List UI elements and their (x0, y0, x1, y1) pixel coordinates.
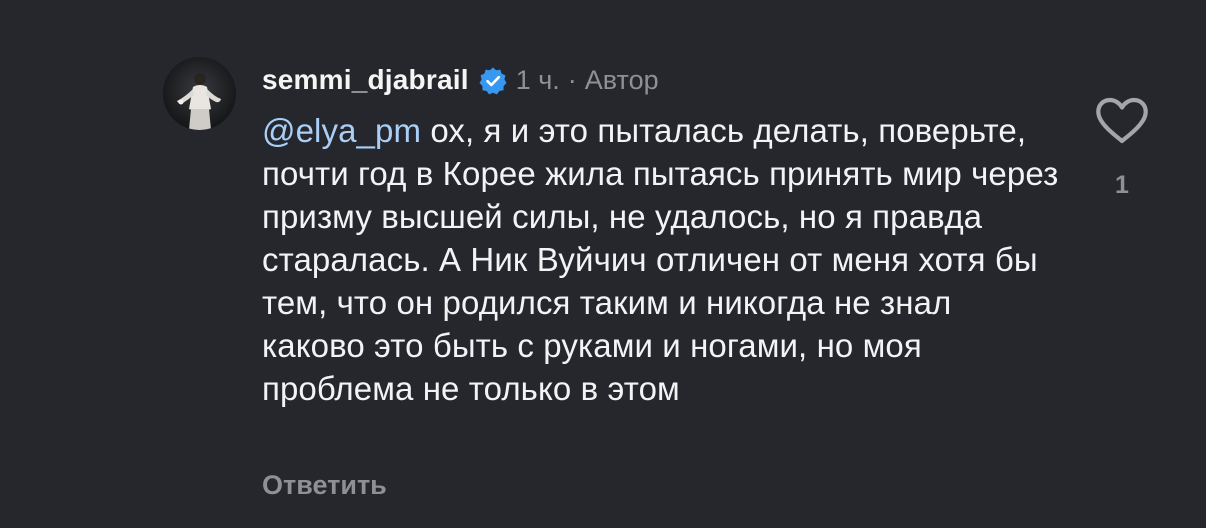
verified-badge-icon (478, 66, 508, 96)
meta-separator: · (567, 64, 577, 95)
heart-outline-icon[interactable] (1094, 97, 1150, 145)
comment-text: @elya_pm ох, я и это пыталась делать, по… (262, 109, 1062, 410)
timestamp: 1 ч. (515, 64, 560, 95)
comment-body: ох, я и это пыталась делать, поверьте, п… (262, 112, 1059, 407)
comment-header: semmi_djabrail 1 ч. · Автор (262, 60, 659, 100)
author-badge: Автор (584, 64, 659, 95)
comment: semmi_djabrail 1 ч. · Автор @elya_pm ох, я… (0, 0, 1206, 528)
like-count: 1 (1115, 171, 1129, 199)
comment-meta: 1 ч. · Автор (516, 65, 659, 96)
mention-link[interactable]: @elya_pm (262, 112, 421, 149)
reply-button[interactable]: Ответить (262, 470, 387, 501)
username[interactable]: semmi_djabrail (262, 64, 469, 96)
avatar[interactable] (163, 57, 236, 130)
